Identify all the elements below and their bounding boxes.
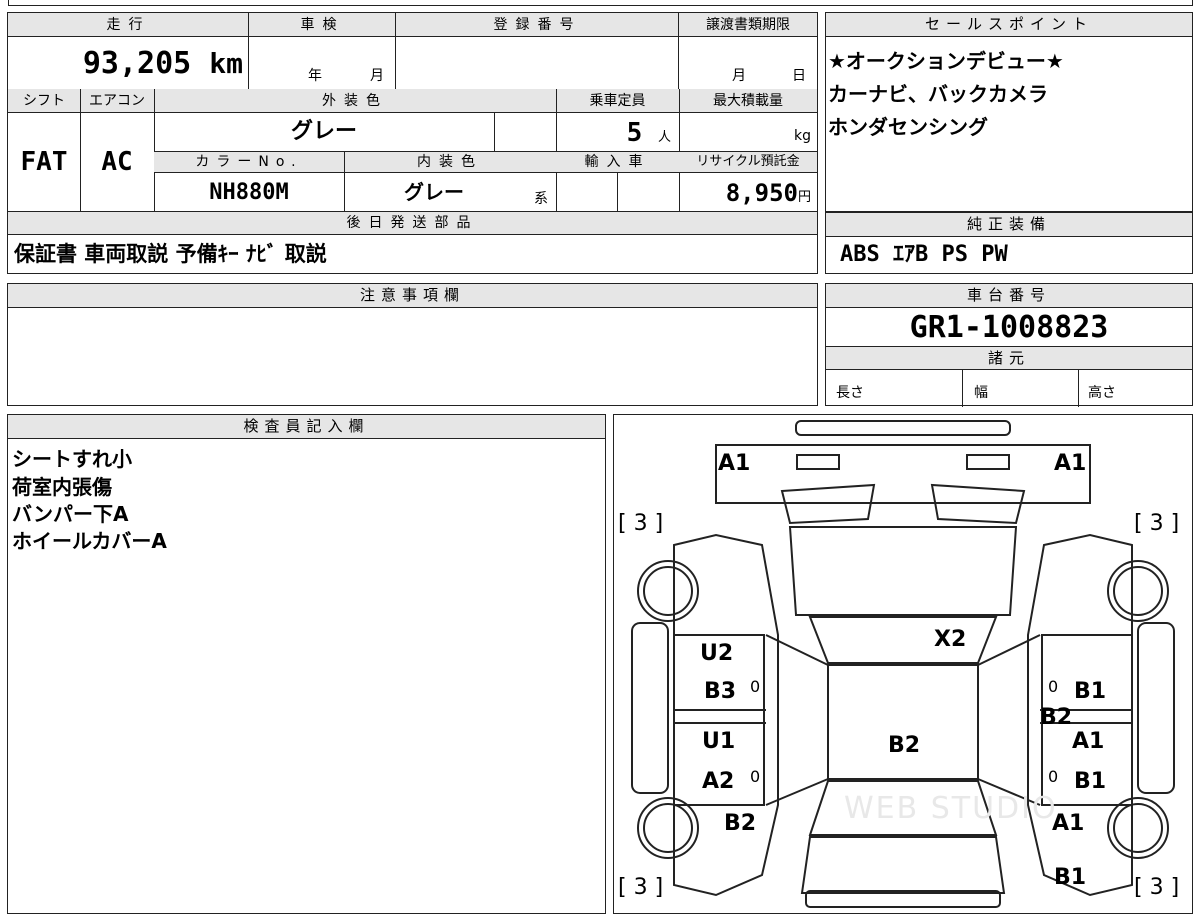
tag-left-b3: B3 [704,679,737,704]
tag-wheel-rear-left: [ 3 ] [618,875,664,900]
exterior-color-value: グレー [290,119,357,144]
transfer-month: 月 [732,68,746,84]
registration-label: 登録番号 [493,17,582,33]
tag-right-b2: B2 [1040,705,1073,730]
interior-color-label: 内装色 [417,154,483,170]
tag-left-a2: A2 [702,769,735,794]
specs-length: 長さ [836,385,864,401]
chassis-box: 車台番号 GR1-1008823 諸元 長さ 幅 高さ [825,283,1193,407]
inspector-notes-label: 検査員記入欄 [8,415,605,439]
specs-height: 高さ [1088,385,1116,401]
sales-point-3: ホンダセンシング [828,115,988,139]
inspection-year: 年 [308,68,322,84]
mileage-label: 走行 [106,17,151,33]
standard-equipment-box: 純正装備 ABS ｴｱB PS PW [825,212,1193,274]
capacity-value: 5 人 [626,118,671,148]
inspector-note-2: 荷室内張傷 [12,475,112,499]
sales-points-box: セールスポイント ★オークションデビュー★ カーナビ、バックカメラ ホンダセンシ… [825,12,1193,212]
tag-front-left: A1 [718,451,751,476]
inspection-label: 車検 [300,17,345,33]
recycle-fee-value: 8,950円 [725,179,811,207]
tag-wheel-front-right: [ 3 ] [1134,511,1180,536]
tag-wheel-rear-right: [ 3 ] [1134,875,1180,900]
transfer-deadline-label: 譲渡書類期限 [706,17,790,33]
notes-box: 注意事項欄 [7,283,818,406]
max-load-unit: kg [794,128,811,144]
inspector-note-3: バンパー下A [12,502,129,526]
capacity-label: 乗車定員 [589,93,646,109]
tag-left-u2: U2 [700,641,734,666]
tag-right-b1-upper: B1 [1074,679,1107,704]
color-no-label: カラーNo. [195,154,303,170]
shift-label: シフト [23,93,65,109]
color-no-value: NH880M [209,180,289,205]
interior-color-suffix: 系 [534,191,548,207]
tag-rear-right-b1: B1 [1054,865,1087,890]
vehicle-info-table: 走行 車検 登録番号 譲渡書類期限 93,205 km 年 月 月 日 シフト … [7,12,818,274]
chassis-value: GR1-1008823 [909,310,1109,345]
tag-rear-left-b2: B2 [724,811,757,836]
aircon-value: AC [101,147,133,177]
chassis-label: 車台番号 [826,284,1192,308]
zero-left-lower: 0 [750,767,761,786]
top-strip [8,0,1193,6]
tag-wheel-front-left: [ 3 ] [618,511,664,536]
sales-point-2: カーナビ、バックカメラ [828,82,1048,106]
watermark: WEB STUDIO [844,791,1058,826]
transfer-day: 日 [792,68,806,84]
sales-points-label: セールスポイント [826,13,1192,37]
inspector-note-1: シートすれ小 [12,447,132,471]
import-label: 輸入車 [584,154,651,170]
sales-point-1: ★オークションデビュー★ [828,49,1064,73]
tag-roof-b2: B2 [888,733,921,758]
interior-color-value: グレー [404,180,464,204]
tag-right-a1: A1 [1072,729,1105,754]
zero-right-upper: 0 [1048,677,1059,696]
inspector-note-4: ホイールカバーA [12,529,167,553]
standard-equipment-label: 純正装備 [826,213,1192,237]
zero-left-upper: 0 [750,677,761,696]
recycle-fee-label: リサイクル預託金 [696,154,800,169]
tag-left-u1: U1 [702,729,736,754]
later-items-value: 保証書 車両取説 予備ｷｰ ﾅﾋﾞ 取説 [14,242,327,266]
tag-right-b1-lower: B1 [1074,769,1107,794]
zero-right-lower: 0 [1048,767,1059,786]
specs-width: 幅 [974,385,988,401]
tag-roof-front: X2 [934,627,967,652]
shift-value: FAT [20,147,68,177]
mileage-value: 93,205 km [82,46,243,81]
max-load-label: 最大積載量 [713,93,783,109]
specs-label: 諸元 [826,346,1192,370]
later-items-label: 後日発送部品 [346,215,479,231]
notes-label: 注意事項欄 [8,284,817,308]
standard-equipment-value: ABS ｴｱB PS PW [840,242,1008,267]
car-damage-diagram: A1 A1 [ 3 ] [ 3 ] X2 U2 B3 B1 B2 U1 B2 A… [613,414,1193,914]
inspection-month: 月 [370,68,384,84]
exterior-color-label: 外装色 [322,93,388,109]
inspector-notes-box: 検査員記入欄 シートすれ小 荷室内張傷 バンパー下A ホイールカバーA [7,414,606,914]
tag-front-right: A1 [1054,451,1087,476]
aircon-label: エアコン [89,93,145,109]
